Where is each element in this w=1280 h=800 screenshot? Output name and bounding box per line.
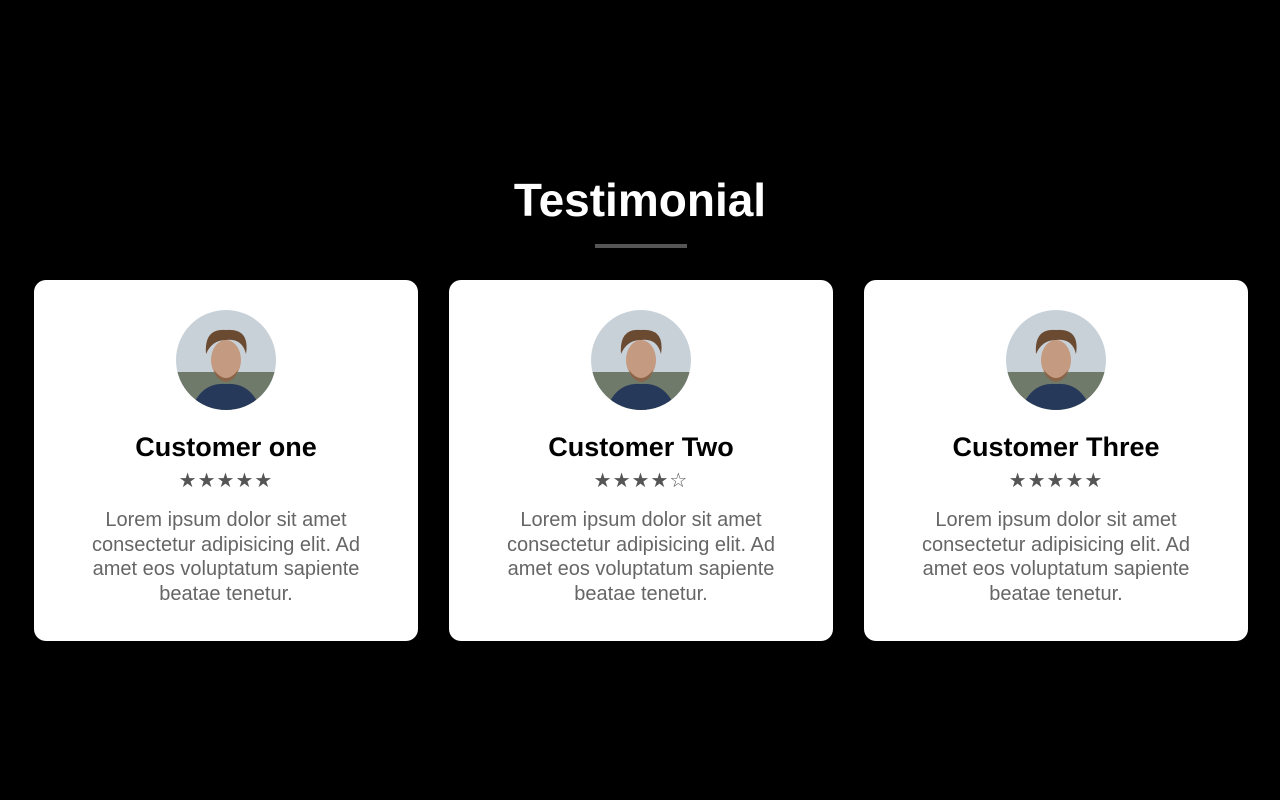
customer-name: Customer Two <box>548 432 734 462</box>
customer-name: Customer one <box>135 432 317 462</box>
title-underline <box>595 244 687 248</box>
customer-avatar <box>591 310 691 410</box>
testimonial-card: Customer Three ★★★★★ Lorem ipsum dolor s… <box>864 280 1248 641</box>
customer-avatar <box>176 310 276 410</box>
testimonial-text: Lorem ipsum dolor sit amet consectetur a… <box>92 509 360 605</box>
customer-name: Customer Three <box>952 432 1160 462</box>
testimonial-cards: Customer one ★★★★★ Lorem ipsum dolor sit… <box>34 280 1248 641</box>
testimonial-card: Customer Two ★★★★☆ Lorem ipsum dolor sit… <box>449 280 833 641</box>
testimonial-card: Customer one ★★★★★ Lorem ipsum dolor sit… <box>34 280 418 641</box>
star-rating: ★★★★☆ <box>593 470 689 492</box>
testimonial-text: Lorem ipsum dolor sit amet consectetur a… <box>922 509 1190 605</box>
star-rating: ★★★★★ <box>1008 470 1104 492</box>
testimonial-text: Lorem ipsum dolor sit amet consectetur a… <box>507 509 775 605</box>
star-rating: ★★★★★ <box>178 470 274 492</box>
customer-avatar <box>1006 310 1106 410</box>
page-title: Testimonial <box>513 174 767 226</box>
